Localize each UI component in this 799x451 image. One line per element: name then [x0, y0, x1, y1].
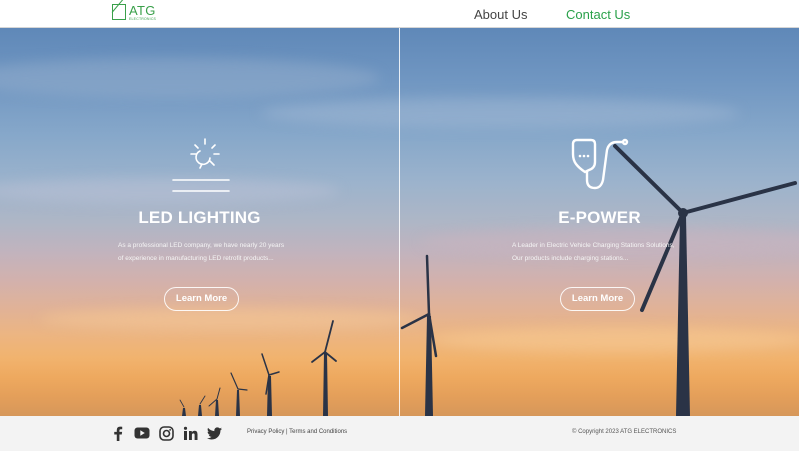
panel-title: LED LIGHTING	[138, 208, 261, 227]
site-header: ATG ELECTRONICS About Us Contact Us	[0, 0, 799, 28]
light-bulb-icon	[172, 138, 230, 192]
logo-subtitle: ELECTRONICS	[129, 17, 157, 21]
panel-title: E-POWER	[558, 208, 641, 227]
led-lighting-panel: LED LIGHTING As a professional LED compa…	[0, 28, 399, 416]
copyright-text: © Copyright 2023 ATG ELECTRONICS	[572, 429, 677, 435]
logo-mark-icon	[112, 4, 126, 20]
ev-charger-icon	[571, 138, 629, 190]
terms-link[interactable]: Terms and Conditions	[289, 429, 347, 435]
e-power-panel: E-POWER A Leader in Electric Vehicle Cha…	[400, 28, 799, 416]
youtube-icon[interactable]	[134, 425, 150, 441]
site-footer: Privacy Policy | Terms and Conditions © …	[0, 416, 799, 451]
logo-name: ATG	[129, 3, 156, 18]
social-links	[110, 425, 222, 441]
panel-description: As a professional LED company, we have n…	[118, 242, 285, 262]
twitter-icon[interactable]	[206, 425, 222, 441]
hero-banner: LED LIGHTING As a professional LED compa…	[0, 28, 799, 416]
nav-about-us[interactable]: About Us	[474, 8, 527, 21]
learn-more-button[interactable]: Learn More	[560, 287, 635, 311]
facebook-icon[interactable]	[110, 425, 126, 441]
footer-links: Privacy Policy | Terms and Conditions	[247, 429, 347, 435]
logo-text: ATG ELECTRONICS	[129, 4, 156, 22]
nav-contact-us[interactable]: Contact Us	[566, 8, 630, 21]
privacy-policy-link[interactable]: Privacy Policy	[247, 429, 284, 435]
linkedin-icon[interactable]	[182, 425, 198, 441]
atg-logo[interactable]: ATG ELECTRONICS	[112, 4, 156, 24]
learn-more-button[interactable]: Learn More	[164, 287, 239, 311]
instagram-icon[interactable]	[158, 425, 174, 441]
panel-description: A Leader in Electric Vehicle Charging St…	[512, 242, 675, 262]
